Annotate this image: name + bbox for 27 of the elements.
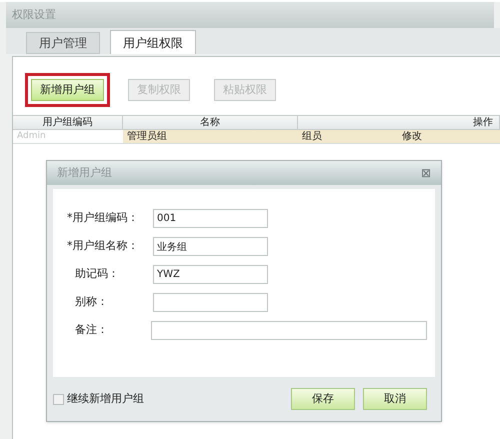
input-field[interactable]: YWZ: [153, 265, 268, 284]
input-field[interactable]: [153, 293, 268, 312]
column-header: 操作: [298, 116, 500, 129]
input-field[interactable]: 业务组: [153, 237, 268, 256]
dialog-title: 新增用户组: [57, 164, 112, 181]
checkbox[interactable]: [53, 394, 64, 404]
column-header: 名称: [123, 116, 298, 129]
field-label: 助记码：: [75, 266, 119, 282]
field-label: *用户组名称：: [67, 238, 138, 254]
table-cell: [488, 130, 500, 143]
dialog-button[interactable]: 保存: [291, 388, 355, 410]
field-label: 别称：: [75, 294, 108, 310]
tab[interactable]: 用户管理: [26, 32, 100, 54]
action-link[interactable]: 修改: [398, 130, 488, 143]
table-cell-text: Admin: [16, 130, 47, 143]
input-field[interactable]: [150, 321, 427, 340]
field-label: *用户组编码：: [67, 210, 138, 226]
table-cell: 管理员组: [123, 130, 298, 143]
window-title: 权限设置: [12, 6, 56, 23]
checkbox-label: 继续新增用户组: [67, 390, 144, 407]
column-header: 用户组编码: [13, 116, 123, 129]
field-label: 备注：: [75, 322, 108, 338]
action-link[interactable]: 组员: [298, 130, 398, 143]
input-field[interactable]: 001: [153, 209, 268, 228]
dialog-button[interactable]: 取消: [363, 388, 427, 410]
toolbar-button[interactable]: 新增用户组: [31, 79, 104, 101]
tab[interactable]: 用户组权限: [110, 30, 196, 54]
